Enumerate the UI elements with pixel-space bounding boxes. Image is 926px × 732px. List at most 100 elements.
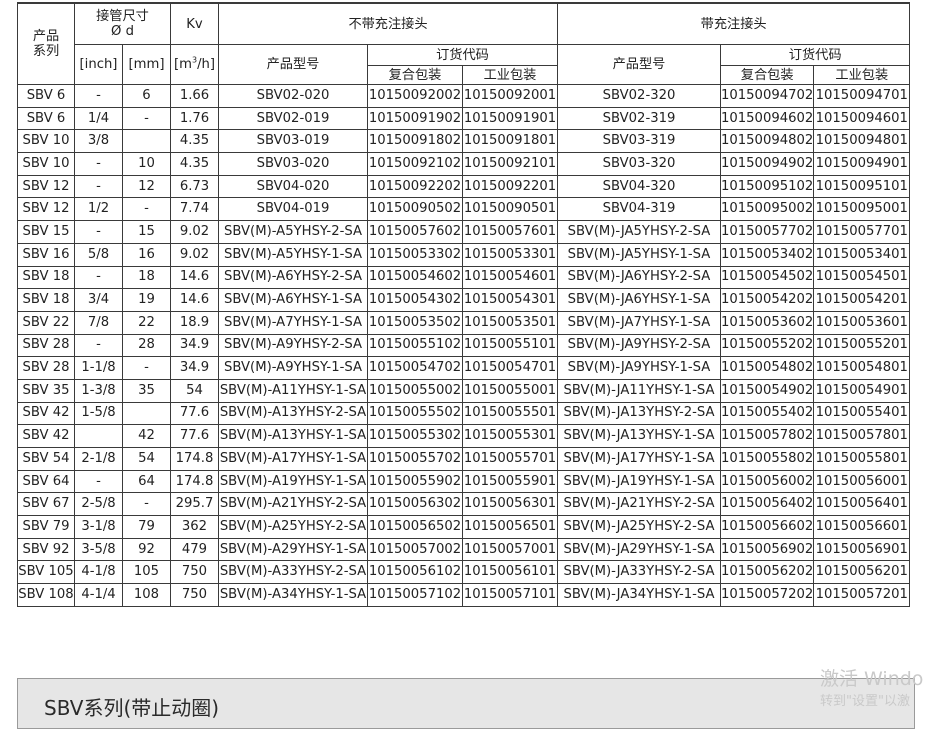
cell-mm: - [122,492,171,517]
cell-compound-code-with: 10150054802 [719,356,815,380]
cell-kv: 54 [170,378,219,403]
cell-mm: 108 [122,583,171,607]
table-row: SBV 16 5/8 16 9.02 SBV(M)-A5YHSY-1-SA 1015005… [17,242,911,267]
cell-model-with: SBV(M)-JA9YHSY-2-SA [557,333,721,358]
activation-watermark-hint: 转到"设置"以激 [820,694,910,709]
header-industrial-pack-with: 工业包装 [813,65,911,85]
cell-compound-code-with: 10150055802 [719,447,815,471]
cell-series: SBV 54 [17,447,75,471]
cell-model-without: SBV(M)-A34YHSY-1-SA [218,583,368,607]
cell-model-without: SBV(M)-A17YHSY-1-SA [218,447,368,471]
header-kv: Kv [170,2,219,45]
cell-model-without: SBV03-019 [218,129,368,154]
cell-kv: 7.74 [170,197,219,222]
cell-industrial-code-without: 10150057001 [462,537,558,562]
cell-model-with: SBV(M)-JA6YHSY-2-SA [557,265,721,290]
cell-compound-code-with: 10150056402 [719,492,815,517]
cell-industrial-code-with: 10150053401 [813,242,911,267]
header-order-code-with: 订货代码 [719,44,911,66]
cell-inch: - [74,265,123,290]
cell-kv: 6.73 [170,174,219,199]
table-row: SBV 28-28 34.9 SBV(M)-A9YHSY-2-SA 101500551… [17,333,911,358]
cell-model-with: SBV(M)-JA13YHSY-2-SA [557,401,721,426]
cell-inch: - [74,469,123,494]
cell-compound-code-without: 10150055002 [367,378,463,403]
cell-kv: 14.6 [170,265,219,290]
cell-industrial-code-without: 10150054701 [462,356,558,380]
cell-kv: 1.66 [170,84,219,108]
cell-industrial-code-with: 10150094901 [813,152,911,176]
header-pipe-size: 接管尺寸 Ø d [74,2,171,45]
cell-industrial-code-without: 10150055901 [462,469,558,494]
cell-kv: 1.76 [170,106,219,131]
cell-mm: 12 [122,174,171,199]
cell-kv: 362 [170,515,219,539]
cell-industrial-code-without: 10150054601 [462,265,558,290]
cell-industrial-code-with: 10150056901 [813,537,911,562]
cell-compound-code-without: 10150055302 [367,424,463,448]
cell-compound-code-without: 10150057102 [367,583,463,607]
cell-industrial-code-without: 10150092001 [462,84,558,108]
cell-inch: 3/4 [74,288,123,312]
cell-model-with: SBV03-320 [557,152,721,176]
cell-compound-code-with: 10150053402 [719,242,815,267]
cell-model-without: SBV(M)-A5YHSY-2-SA [218,220,368,244]
cell-model-with: SBV(M)-JA21YHSY-2-SA [557,492,721,517]
cell-industrial-code-without: 10150053501 [462,310,558,335]
cell-industrial-code-without: 10150055101 [462,333,558,358]
cell-model-without: SBV04-020 [218,174,368,199]
header-mm: [mm] [122,44,171,85]
cell-kv: 18.9 [170,310,219,335]
cell-model-without: SBV(M)-A19YHSY-1-SA [218,469,368,494]
table-row: SBV 15-15 9.02 SBV(M)-A5YHSY-2-SA 101500576… [17,220,911,244]
cell-inch: 4-1/4 [74,583,123,607]
cell-model-with: SBV03-319 [557,129,721,154]
cell-industrial-code-with: 10150057201 [813,583,911,607]
cell-industrial-code-with: 10150054201 [813,288,911,312]
section-header-bar: SBV系列(带止动圈) [17,678,915,729]
cell-model-without: SBV04-019 [218,197,368,222]
cell-model-without: SBV(M)-A9YHSY-2-SA [218,333,368,358]
spec-table: 产品 系列 接管尺寸 Ø d Kv 不带充注接头 带充注接头 [inch] [m… [17,2,911,607]
table-row: SBV 12 1/2-7.74 SBV04-019 10150090502 101500… [17,197,911,222]
cell-mm: 105 [122,560,171,585]
table-row: SBV 92 3-5/8 92 479 SBV(M)-A29YHSY-1-SA 10150… [17,537,911,562]
table-row: SBV 42 1-5/8 77.6 SBV(M)-A13YHSY-2-SA 101500… [17,401,911,426]
cell-model-without: SBV02-020 [218,84,368,108]
cell-series: SBV 18 [17,288,75,312]
cell-inch: - [74,220,123,244]
header-series: 产品 系列 [17,2,75,85]
cell-industrial-code-without: 10150054301 [462,288,558,312]
cell-compound-code-without: 10150053302 [367,242,463,267]
cell-mm: - [122,356,171,380]
cell-industrial-code-with: 10150053601 [813,310,911,335]
header-compound-pack-without: 复合包装 [367,65,463,85]
cell-kv: 4.35 [170,129,219,154]
cell-compound-code-with: 10150094902 [719,152,815,176]
cell-industrial-code-with: 10150056201 [813,560,911,585]
cell-inch: - [74,333,123,358]
cell-kv: 14.6 [170,288,219,312]
cell-industrial-code-without: 10150053301 [462,242,558,267]
table-row: SBV 18-18 14.6 SBV(M)-A6YHSY-2-SA 101500546… [17,265,911,290]
cell-compound-code-without: 10150091802 [367,129,463,154]
cell-kv: 295.7 [170,492,219,517]
cell-compound-code-with: 10150094702 [719,84,815,108]
cell-kv: 4.35 [170,152,219,176]
cell-mm: 16 [122,242,171,267]
cell-industrial-code-with: 10150057801 [813,424,911,448]
cell-kv: 77.6 [170,401,219,426]
cell-kv: 174.8 [170,469,219,494]
cell-industrial-code-without: 10150055501 [462,401,558,426]
cell-industrial-code-without: 10150057601 [462,220,558,244]
cell-series: SBV 42 [17,401,75,426]
table-row: SBV 54 2-1/8 54 174.8 SBV(M)-A17YHSY-1-SA 101… [17,447,911,471]
cell-model-without: SBV(M)-A13YHSY-2-SA [218,401,368,426]
table-body: SBV 6-6 1.66 SBV02-020 10150092002 101500920… [17,84,911,607]
cell-compound-code-with: 10150057702 [719,220,815,244]
cell-compound-code-with: 10150054502 [719,265,815,290]
cell-model-with: SBV(M)-JA33YHSY-2-SA [557,560,721,585]
cell-series: SBV 42 [17,424,75,448]
cell-compound-code-without: 10150091902 [367,106,463,131]
cell-inch: 3-5/8 [74,537,123,562]
